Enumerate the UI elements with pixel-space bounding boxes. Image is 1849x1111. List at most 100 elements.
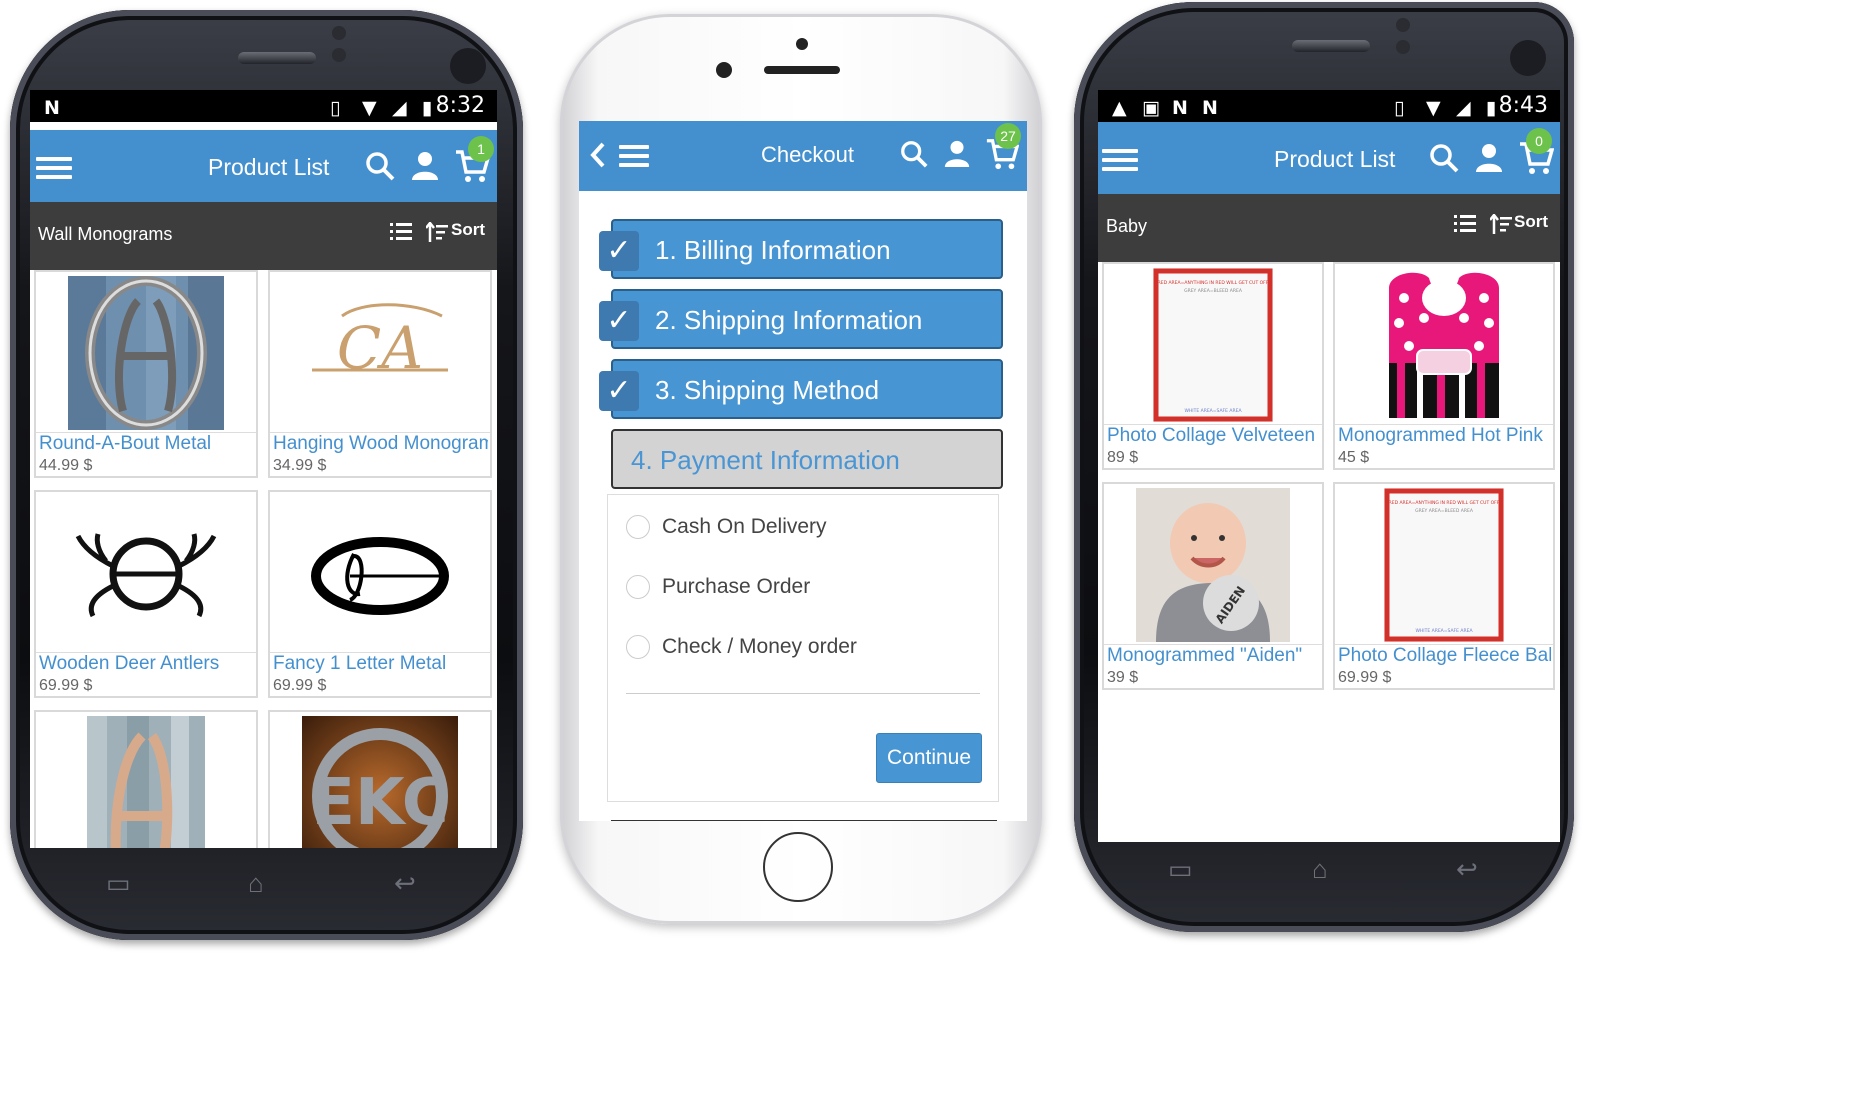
product-name[interactable]: Hanging Wood Monogram	[273, 433, 488, 455]
sort-icon[interactable]	[1490, 214, 1512, 236]
product-image	[302, 496, 458, 650]
account-icon[interactable]	[410, 150, 440, 180]
radio-button[interactable]	[626, 515, 650, 539]
step-billing[interactable]: 1. Billing Information	[611, 219, 1003, 279]
check-icon: ✓	[599, 231, 639, 271]
step-label: 4. Payment Information	[631, 445, 900, 475]
recent-apps-icon[interactable]: ▭	[1168, 854, 1193, 885]
product-name[interactable]: Photo Collage Velveteen	[1107, 425, 1320, 447]
no-signal-icon: ◢	[392, 97, 407, 119]
product-name[interactable]: Fancy 1 Letter Metal	[273, 653, 488, 675]
left-android-phone: N ▯ ▼ ◢ ▮ 8:32 Product List 1 Wall Monog…	[10, 10, 523, 940]
battery-icon: ▮	[422, 97, 433, 119]
category-name: Wall Monograms	[38, 224, 173, 244]
home-icon[interactable]: ⌂	[1312, 854, 1328, 885]
search-icon[interactable]	[899, 139, 929, 169]
step-label: 1. Billing Information	[655, 235, 891, 265]
home-button[interactable]	[763, 832, 833, 902]
product-card[interactable]: Round-A-Bout Metal 44.99 $	[34, 270, 258, 478]
front-sensor	[1396, 40, 1410, 54]
product-name[interactable]: Monogrammed "Aiden"	[1107, 645, 1320, 667]
radio-button[interactable]	[626, 575, 650, 599]
front-sensor	[716, 62, 732, 78]
front-camera	[450, 48, 486, 84]
step-shipping-info[interactable]: 2. Shipping Information	[611, 289, 1003, 349]
cart-count-badge: 0	[1526, 128, 1552, 154]
category-bar: Wall Monograms Sort	[30, 202, 497, 270]
earpiece-speaker	[764, 66, 840, 74]
continue-button[interactable]: Continue	[876, 733, 982, 783]
front-camera	[796, 38, 808, 50]
back-chevron-icon[interactable]	[589, 141, 607, 169]
product-card[interactable]	[34, 710, 258, 848]
product-price: 44.99 $	[39, 457, 93, 474]
back-icon[interactable]: ↩	[394, 868, 416, 899]
divider	[611, 820, 997, 821]
list-view-icon[interactable]	[1454, 214, 1476, 234]
product-price: 45 $	[1338, 449, 1370, 466]
product-name[interactable]: Monogrammed Hot Pink	[1338, 425, 1551, 447]
warning-icon: ▲	[1112, 97, 1127, 119]
menu-icon[interactable]	[36, 157, 72, 179]
search-icon[interactable]	[1428, 142, 1460, 174]
step-shipping-method[interactable]: 3. Shipping Method	[611, 359, 1003, 419]
product-name[interactable]: Round-A-Bout Metal	[39, 433, 254, 455]
account-icon[interactable]	[1474, 142, 1504, 172]
step-label: 3. Shipping Method	[655, 375, 880, 405]
vibrate-icon: ▯	[1394, 97, 1405, 119]
menu-icon[interactable]	[1102, 149, 1138, 171]
notification-n-icon: N	[1202, 97, 1218, 119]
back-icon[interactable]: ↩	[1456, 854, 1478, 885]
monogram-letters: CA	[337, 314, 423, 382]
step-payment-info[interactable]: 4. Payment Information	[611, 429, 1003, 489]
sort-button[interactable]: Sort	[1514, 212, 1548, 232]
product-card[interactable]: CA Hanging Wood Monogram 34.99 $	[268, 270, 492, 478]
notification-n-icon: N	[1172, 97, 1188, 119]
product-image: RED AREA=ANYTHING IN RED WILL GET CUT OF…	[1153, 268, 1273, 422]
product-image: RED AREA=ANYTHING IN RED WILL GET CUT OF…	[1384, 488, 1504, 642]
blanket-label: GREY AREA=BLEED AREA	[1184, 288, 1243, 294]
search-icon[interactable]	[364, 150, 396, 182]
product-image	[1389, 272, 1499, 418]
product-price: 89 $	[1107, 449, 1139, 466]
account-icon[interactable]	[943, 139, 971, 167]
product-name[interactable]: Photo Collage Fleece Baby	[1338, 645, 1551, 667]
checkout-screen: Checkout 27 1. Billing Information ✓ 2. …	[579, 121, 1027, 821]
right-android-phone: ▲ ▣ N N ▯ ▼ ◢ ▮ 8:43 Product List 0 Baby…	[1074, 2, 1574, 932]
product-price: 69.99 $	[1338, 669, 1392, 686]
radio-button[interactable]	[626, 635, 650, 659]
battery-icon: ▮	[1486, 97, 1497, 119]
notification-n-icon: N	[44, 97, 60, 119]
product-card[interactable]: Wooden Deer Antlers 69.99 $	[34, 490, 258, 698]
option-label: Check / Money order	[662, 635, 857, 658]
monogram-letters: EKC	[311, 766, 448, 840]
page-title: Product List	[208, 154, 330, 180]
product-name[interactable]: Wooden Deer Antlers	[39, 653, 254, 675]
blanket-label: RED AREA=ANYTHING IN RED WILL GET CUT OF…	[1158, 280, 1269, 286]
list-view-icon[interactable]	[390, 222, 412, 242]
sort-button[interactable]: Sort	[451, 220, 485, 240]
wifi-icon: ▼	[1426, 97, 1441, 119]
menu-icon[interactable]	[619, 145, 649, 167]
product-card[interactable]: RED AREA=ANYTHING IN RED WILL GET CUT OF…	[1333, 482, 1555, 690]
product-image	[68, 276, 224, 430]
product-image: CA	[302, 276, 458, 430]
page-title: Product List	[1274, 146, 1396, 172]
category-bar: Baby Sort	[1098, 194, 1560, 262]
image-icon: ▣	[1142, 97, 1160, 119]
sort-icon[interactable]	[426, 222, 448, 244]
vibrate-icon: ▯	[330, 97, 341, 119]
product-card[interactable]: EKC	[268, 710, 492, 848]
app-bar: Checkout 27	[579, 121, 1027, 191]
product-price: 39 $	[1107, 669, 1139, 686]
recent-apps-icon[interactable]: ▭	[106, 868, 131, 899]
product-card[interactable]: RED AREA=ANYTHING IN RED WILL GET CUT OF…	[1102, 262, 1324, 470]
check-icon: ✓	[599, 371, 639, 411]
product-card[interactable]: Monogrammed Hot Pink 45 $	[1333, 262, 1555, 470]
option-label: Cash On Delivery	[662, 515, 827, 538]
home-icon[interactable]: ⌂	[248, 868, 264, 899]
product-card[interactable]: AIDEN Monogrammed "Aiden" 39 $	[1102, 482, 1324, 690]
earpiece-speaker	[1292, 40, 1370, 52]
product-card[interactable]: Fancy 1 Letter Metal 69.99 $	[268, 490, 492, 698]
product-grid: RED AREA=ANYTHING IN RED WILL GET CUT OF…	[1102, 262, 1556, 842]
